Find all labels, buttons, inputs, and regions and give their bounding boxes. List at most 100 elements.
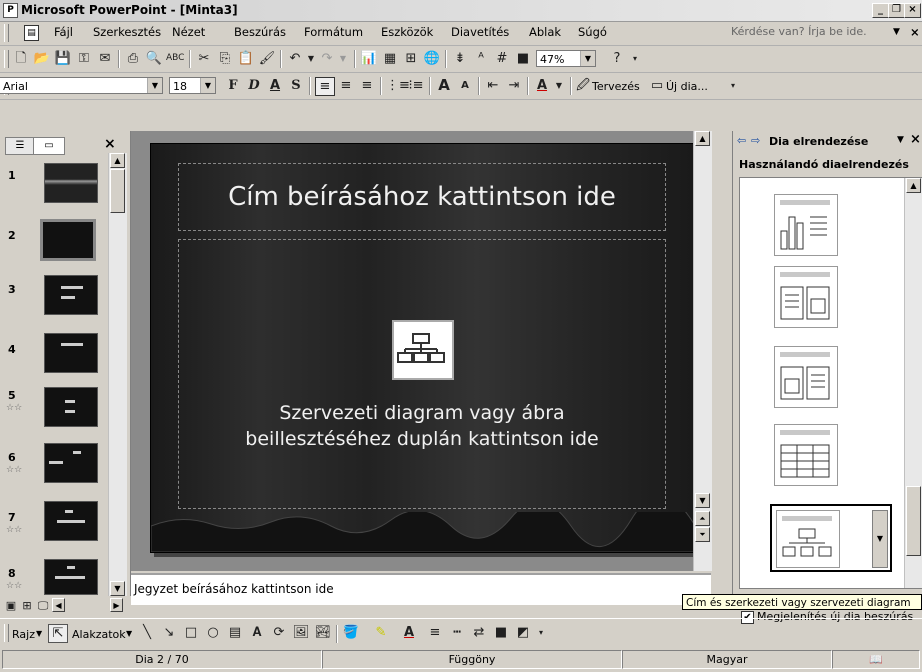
decrease-font-icon[interactable]: A <box>456 77 474 94</box>
save-icon[interactable]: 💾 <box>54 50 72 67</box>
menu-help[interactable]: Súgó <box>578 25 607 39</box>
close-document-icon[interactable]: × <box>910 25 920 39</box>
close-pane-icon[interactable]: × <box>104 136 116 152</box>
layout-scrollbar[interactable]: ▲ <box>904 178 922 588</box>
insert-chart-icon[interactable]: 📊 <box>360 50 378 67</box>
close-pane-icon[interactable]: × <box>910 132 921 147</box>
tab-outline[interactable]: ☰ <box>5 137 35 155</box>
paste-icon[interactable]: 📋 <box>237 50 255 67</box>
minimize-button[interactable]: _ <box>872 3 889 18</box>
slide-thumbnail[interactable] <box>44 387 98 427</box>
slide-thumbnail[interactable] <box>44 163 98 203</box>
clipart-icon[interactable]: 🖼 <box>292 624 310 641</box>
slide-thumbnail[interactable] <box>44 275 98 315</box>
font-color-dropdown-icon[interactable]: ▼ <box>550 77 568 94</box>
autoshapes-dropdown-icon[interactable]: ▼ <box>126 629 132 638</box>
spelling-icon[interactable]: ABC <box>166 50 184 67</box>
autoshapes-button[interactable]: Alakzatok <box>72 628 126 641</box>
permission-icon[interactable]: ⚿ <box>75 50 93 67</box>
slide-thumbnail[interactable] <box>44 501 98 541</box>
underline-button[interactable]: A <box>266 77 284 94</box>
scroll-up-icon[interactable]: ▲ <box>695 131 710 146</box>
font-dropdown-icon[interactable]: ▼ <box>147 78 162 93</box>
draw-menu-button[interactable]: Rajz <box>12 628 35 641</box>
email-icon[interactable]: ✉ <box>96 50 114 67</box>
slide-thumbnail[interactable] <box>44 559 98 595</box>
shadow-button[interactable]: S <box>287 77 305 94</box>
menu-insert[interactable]: Beszúrás <box>234 25 286 39</box>
back-icon[interactable]: ⇦ <box>737 134 746 147</box>
slide-scrollbar[interactable]: ▲ ▼ ⏶ ⏷ <box>693 131 712 571</box>
spelling-status-icon[interactable]: 📖 <box>832 650 920 669</box>
select-objects-icon[interactable]: ⇱ <box>48 624 68 643</box>
menu-window[interactable]: Ablak <box>529 25 561 39</box>
layout-title-table[interactable] <box>774 424 838 486</box>
new-slide-button[interactable]: Új dia... <box>666 80 708 93</box>
bold-button[interactable]: F <box>224 77 242 94</box>
font-size-dropdown-icon[interactable]: ▼ <box>200 78 215 93</box>
scroll-right-icon[interactable]: ▶ <box>110 598 123 612</box>
align-left-icon[interactable]: ≡ <box>315 77 335 96</box>
line-icon[interactable]: ╲ <box>138 624 156 641</box>
align-right-icon[interactable]: ≡ <box>358 77 376 94</box>
line-color-icon[interactable]: ✎ <box>372 624 390 641</box>
close-button[interactable]: × <box>904 3 921 18</box>
show-grid-icon[interactable]: # <box>493 50 511 67</box>
draw-dropdown-icon[interactable]: ▼ <box>36 629 42 638</box>
powerpoint-app-icon[interactable]: P <box>3 3 18 18</box>
design-icon[interactable]: 🖉 <box>574 77 592 94</box>
print-icon[interactable]: ⎙ <box>124 50 142 67</box>
diagram-icon[interactable]: ⟳ <box>270 624 288 641</box>
forward-icon[interactable]: ⇨ <box>751 134 760 147</box>
menu-tools[interactable]: Eszközök <box>381 25 433 39</box>
tables-borders-icon[interactable]: ⊞ <box>402 50 420 67</box>
toolbar-grip[interactable] <box>4 24 9 42</box>
font-combo[interactable]: Arial ▼ <box>0 77 163 94</box>
toolbar-options-icon[interactable]: ▾ <box>626 50 644 67</box>
italic-button[interactable]: D <box>245 77 263 94</box>
zoom-combo[interactable]: 47% ▼ <box>536 50 596 67</box>
scroll-left-icon[interactable]: ◀ <box>52 598 65 612</box>
help-icon[interactable]: ? <box>608 50 626 67</box>
new-icon[interactable]: 🗋 <box>12 50 30 67</box>
toolbar-options-icon[interactable]: ▾ <box>532 624 550 641</box>
previous-slide-icon[interactable]: ⏶ <box>695 511 710 526</box>
scroll-down-icon[interactable]: ▼ <box>695 493 710 508</box>
fill-color-icon[interactable]: 🪣 <box>342 624 360 641</box>
cut-icon[interactable]: ✂ <box>195 50 213 67</box>
zoom-dropdown-icon[interactable]: ▼ <box>580 51 595 66</box>
tab-slides[interactable]: ▭ <box>33 137 65 155</box>
dash-style-icon[interactable]: ┅ <box>448 624 466 641</box>
menu-file[interactable]: Fájl <box>54 25 73 39</box>
color-grayscale-icon[interactable]: ■ <box>514 50 532 67</box>
slides-scrollbar[interactable]: ▲ ▼ <box>108 153 127 596</box>
menu-view[interactable]: Nézet <box>172 25 205 39</box>
wordart-icon[interactable]: 𝐀 <box>248 624 266 641</box>
slide-canvas[interactable]: Cím beírásához kattintson ide Szervezeti… <box>150 143 695 553</box>
menu-slideshow[interactable]: Diavetítés <box>451 25 509 39</box>
scroll-thumb[interactable] <box>110 169 125 213</box>
format-painter-icon[interactable]: 🖌 <box>258 50 276 67</box>
rectangle-icon[interactable]: □ <box>182 624 200 641</box>
textbox-icon[interactable]: ▤ <box>226 624 244 641</box>
line-style-icon[interactable]: ≡ <box>426 624 444 641</box>
help-search-input[interactable]: Kérdése van? Írja be ide. <box>731 25 867 38</box>
design-button[interactable]: Tervezés <box>592 80 640 93</box>
insert-table-icon[interactable]: ▦ <box>381 50 399 67</box>
insert-hyperlink-icon[interactable]: 🌐 <box>423 50 441 67</box>
increase-font-icon[interactable]: A <box>435 77 453 94</box>
new-slide-icon[interactable]: ▭ <box>648 77 666 94</box>
copy-icon[interactable]: ⎘ <box>216 50 234 67</box>
title-placeholder[interactable]: Cím beírásához kattintson ide <box>178 163 666 231</box>
slide-thumbnail[interactable] <box>44 443 98 483</box>
align-center-icon[interactable]: ≡ <box>337 77 355 94</box>
notes-pane[interactable]: Jegyzet beírásához kattintson ide <box>131 573 711 605</box>
slideshow-icon[interactable]: 🖵 <box>34 597 52 614</box>
slide-thumbnail[interactable] <box>44 333 98 373</box>
insert-picture-icon[interactable]: 🏞 <box>314 624 332 641</box>
layout-list[interactable]: ▼ ▲ <box>739 177 922 589</box>
layout-title-media-text[interactable] <box>774 346 838 408</box>
layout-title-text-media[interactable] <box>774 266 838 328</box>
notes-placeholder[interactable]: Jegyzet beírásához kattintson ide <box>134 582 334 596</box>
layout-title-diagram-selected[interactable]: ▼ <box>770 504 892 572</box>
